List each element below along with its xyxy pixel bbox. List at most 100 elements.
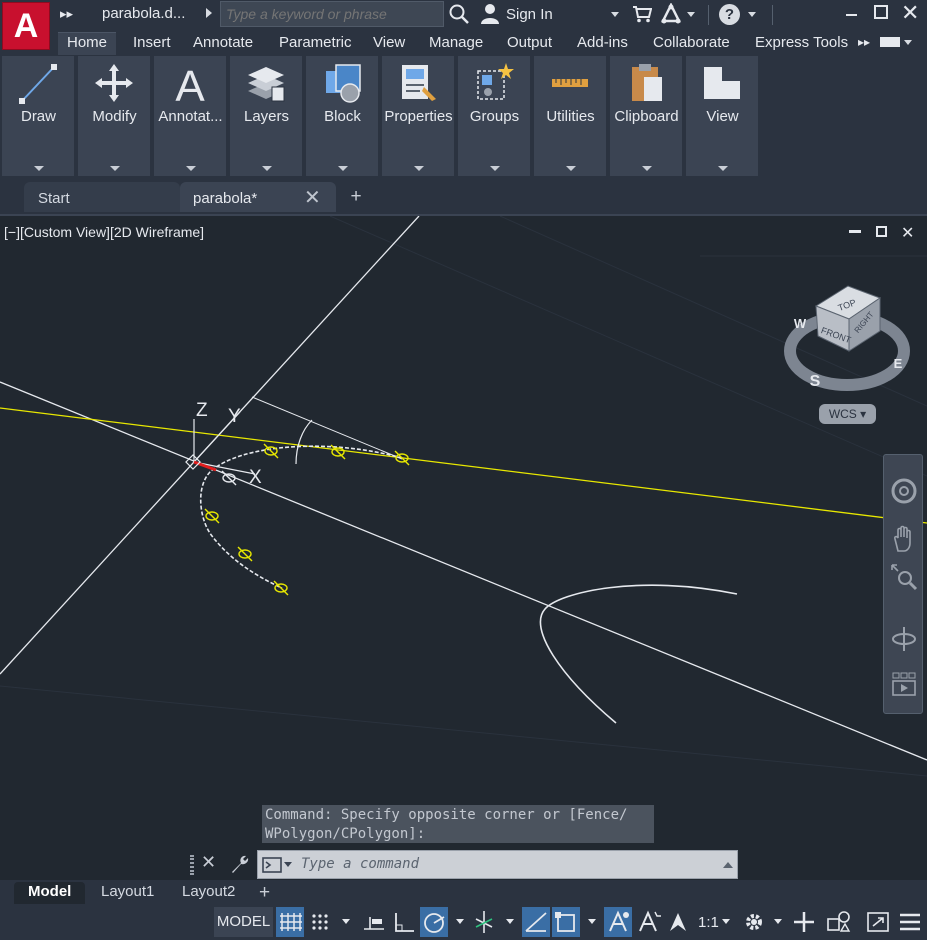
recent-commands-dropdown-icon[interactable] xyxy=(284,862,292,867)
panel-block-expand-icon[interactable] xyxy=(338,166,348,171)
help-icon[interactable]: ? xyxy=(719,4,740,25)
viewport-controls-label[interactable]: [−][Custom View][2D Wireframe] xyxy=(4,224,204,240)
tab-annotate[interactable]: Annotate xyxy=(193,34,253,51)
grip-point[interactable] xyxy=(273,580,289,596)
drawing-canvas[interactable]: Z Y X TOP FRONT RIGHT W S E xyxy=(0,216,927,882)
grid-display-icon[interactable] xyxy=(276,907,304,937)
isolate-objects-icon[interactable] xyxy=(824,907,852,937)
search-icon[interactable] xyxy=(448,3,470,25)
scale-dropdown-icon[interactable] xyxy=(722,919,730,924)
command-prompt-icon[interactable] xyxy=(262,857,282,873)
panel-clipboard-expand-icon[interactable] xyxy=(642,166,652,171)
tab-model[interactable]: Model xyxy=(14,882,86,904)
object-snap-tracking-icon[interactable] xyxy=(522,907,550,937)
tab-insert[interactable]: Insert xyxy=(133,34,171,51)
polar-dropdown-icon[interactable] xyxy=(456,919,464,924)
polar-tracking-icon[interactable] xyxy=(420,907,448,937)
close-window-button[interactable]: ✕ xyxy=(901,2,919,24)
workspace-dropdown-icon[interactable] xyxy=(904,40,912,45)
quick-access-expand-icon[interactable]: ▸▸ xyxy=(60,6,73,22)
sign-in-dropdown-icon[interactable] xyxy=(611,12,619,17)
compass-s-label[interactable]: S xyxy=(810,373,821,390)
more-tabs-icon[interactable]: ▸▸ xyxy=(858,35,870,49)
snap-dropdown-icon[interactable] xyxy=(342,919,350,924)
annotation-visibility-icon[interactable] xyxy=(604,907,632,937)
panel-annotation-expand-icon[interactable] xyxy=(186,166,196,171)
panel-groups[interactable]: Groups xyxy=(458,56,531,176)
tab-home[interactable]: Home xyxy=(58,32,117,55)
dynamic-input-icon[interactable] xyxy=(360,907,388,937)
help-dropdown-icon[interactable] xyxy=(748,12,756,17)
object-snap-dropdown-icon[interactable] xyxy=(588,919,596,924)
panel-block[interactable]: Block xyxy=(306,56,379,176)
panel-layers[interactable]: Layers xyxy=(230,56,303,176)
annotation-scale-icon[interactable] xyxy=(664,907,692,937)
viewcube[interactable]: TOP FRONT RIGHT W S E xyxy=(784,285,910,391)
panel-layers-expand-icon[interactable] xyxy=(262,166,272,171)
minimize-window-button[interactable] xyxy=(846,14,857,16)
autodesk-a360-icon[interactable] xyxy=(660,3,682,25)
file-tab-parabola[interactable]: parabola* ✕ xyxy=(180,182,336,212)
auto-scale-icon[interactable] xyxy=(634,907,662,937)
close-command-line-icon[interactable]: ✕ xyxy=(201,852,216,873)
close-tab-icon[interactable]: ✕ xyxy=(304,185,321,210)
user-icon[interactable] xyxy=(480,3,500,25)
command-line-grip[interactable] xyxy=(190,855,194,875)
search-input[interactable] xyxy=(220,1,444,27)
cart-icon[interactable] xyxy=(632,5,652,23)
new-tab-plus-icon[interactable]: + xyxy=(346,187,366,208)
selected-parabola[interactable] xyxy=(199,445,403,589)
showmotion-icon[interactable] xyxy=(890,670,918,698)
fullscreen-icon[interactable] xyxy=(864,907,892,937)
panel-utilities-expand-icon[interactable] xyxy=(566,166,576,171)
model-space-button[interactable]: MODEL xyxy=(214,907,273,937)
tab-add-ins[interactable]: Add-ins xyxy=(577,34,628,51)
tab-parametric[interactable]: Parametric xyxy=(279,34,352,51)
grip-point[interactable] xyxy=(204,508,220,524)
panel-draw[interactable]: Draw xyxy=(2,56,75,176)
command-history-toggle-icon[interactable] xyxy=(723,862,733,868)
a360-dropdown-icon[interactable] xyxy=(687,12,695,17)
tab-view[interactable]: View xyxy=(373,34,405,51)
drawing-viewport[interactable]: Z Y X TOP FRONT RIGHT W S E [−][Custom V… xyxy=(0,214,927,880)
zoom-extents-icon[interactable] xyxy=(890,563,918,591)
panel-modify-expand-icon[interactable] xyxy=(110,166,120,171)
panel-properties[interactable]: Properties xyxy=(382,56,455,176)
panel-utilities[interactable]: Utilities xyxy=(534,56,607,176)
x-axis-line[interactable] xyxy=(0,381,927,761)
orbit-icon[interactable] xyxy=(890,625,918,653)
angle-arc[interactable] xyxy=(295,419,313,465)
workspace-toggle-icon[interactable] xyxy=(880,37,900,47)
isodraft-icon[interactable] xyxy=(470,907,498,937)
workspace-gear-icon[interactable] xyxy=(740,907,768,937)
annotation-scale-value[interactable]: 1:1 xyxy=(698,914,719,931)
application-menu-button[interactable]: A xyxy=(2,2,50,50)
panel-draw-expand-icon[interactable] xyxy=(34,166,44,171)
wrench-icon[interactable] xyxy=(229,853,251,875)
wcs-dropdown[interactable]: WCS ▾ xyxy=(819,404,876,424)
panel-annotation[interactable]: A Annotat... xyxy=(154,56,227,176)
viewport-restore-button[interactable] xyxy=(876,226,887,237)
title-expand-arrow-icon[interactable] xyxy=(206,8,212,18)
workspace-gear-dropdown-icon[interactable] xyxy=(774,919,782,924)
panel-view[interactable]: View xyxy=(686,56,759,176)
grip-point[interactable] xyxy=(237,546,253,562)
new-layout-plus-icon[interactable]: + xyxy=(259,882,270,904)
viewport-close-button[interactable]: ✕ xyxy=(901,223,914,243)
tab-collaborate[interactable]: Collaborate xyxy=(653,34,730,51)
ortho-mode-icon[interactable] xyxy=(390,907,418,937)
panel-groups-expand-icon[interactable] xyxy=(490,166,500,171)
compass-w-label[interactable]: W xyxy=(794,316,807,331)
angle-line[interactable] xyxy=(251,396,403,460)
object-snap-icon[interactable] xyxy=(552,907,580,937)
tab-manage[interactable]: Manage xyxy=(429,34,483,51)
maximize-window-button[interactable] xyxy=(874,5,888,19)
panel-properties-expand-icon[interactable] xyxy=(414,166,424,171)
file-tab-start[interactable]: Start xyxy=(24,182,180,212)
viewport-minimize-button[interactable] xyxy=(849,230,861,233)
compass-e-label[interactable]: E xyxy=(894,356,903,371)
tab-express-tools[interactable]: Express Tools xyxy=(755,34,848,51)
panel-modify[interactable]: Modify xyxy=(78,56,151,176)
steering-wheel-icon[interactable] xyxy=(890,477,918,505)
panel-view-expand-icon[interactable] xyxy=(718,166,728,171)
